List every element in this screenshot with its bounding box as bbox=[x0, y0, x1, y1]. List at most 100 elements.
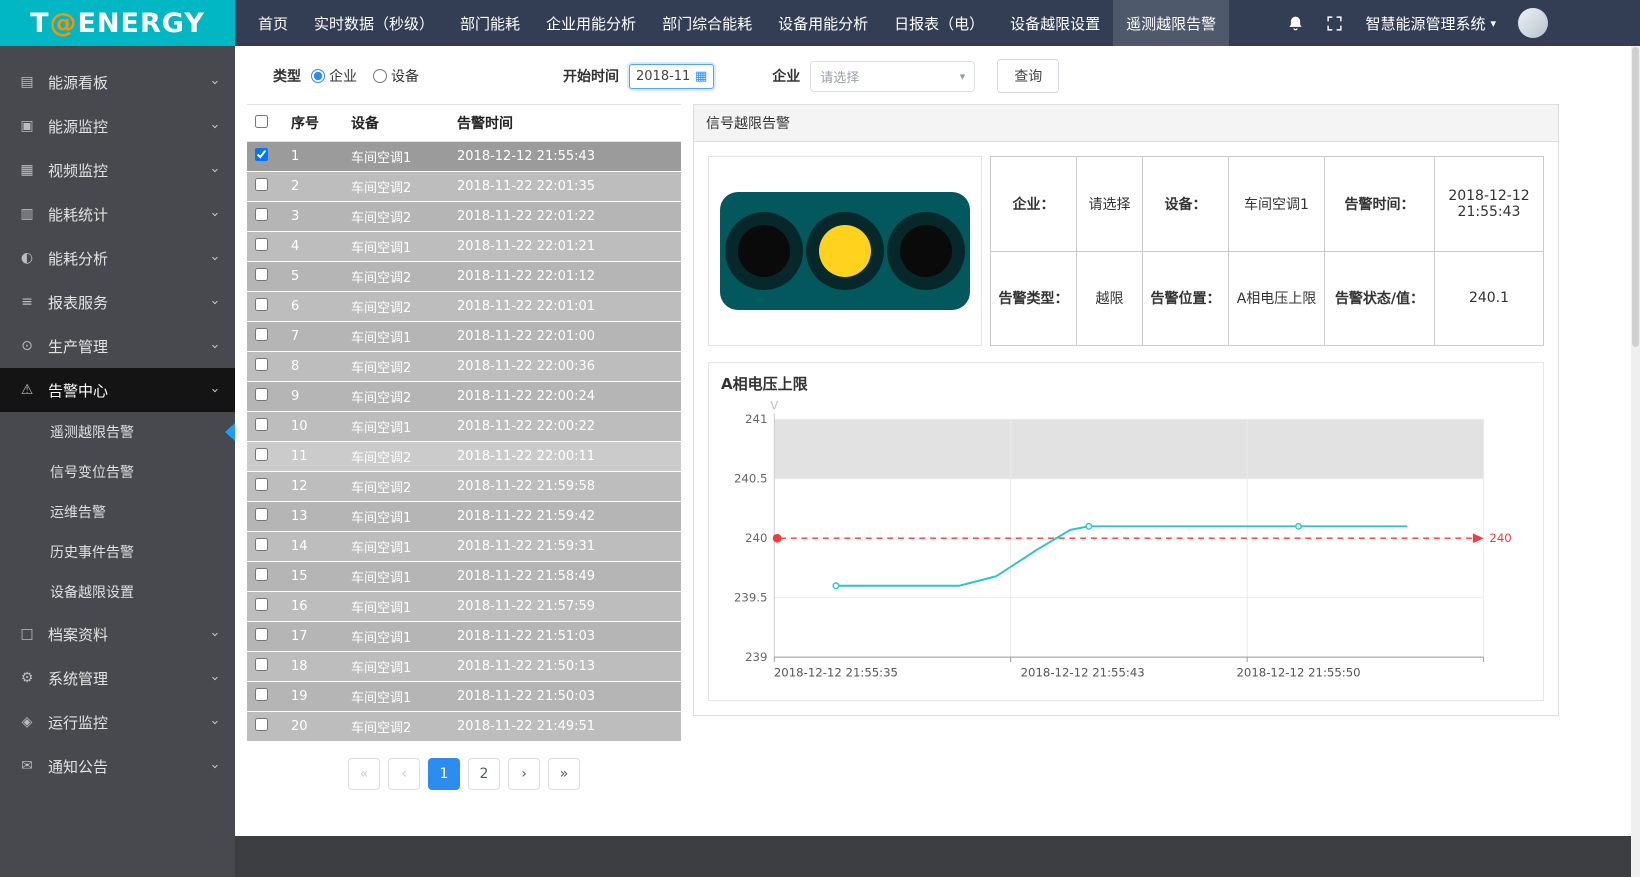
row-checkbox[interactable] bbox=[255, 238, 268, 251]
row-checkbox[interactable] bbox=[255, 388, 268, 401]
report-icon: ≡ bbox=[18, 294, 36, 310]
page-nav-button[interactable]: › bbox=[508, 758, 540, 790]
page-nav-button[interactable]: « bbox=[348, 758, 380, 790]
table-row[interactable]: 8车间空调22018-11-22 22:00:36 bbox=[247, 352, 681, 382]
query-button[interactable]: 查询 bbox=[997, 59, 1059, 93]
sidebar-subitem[interactable]: 遥测越限告警 bbox=[0, 412, 235, 452]
system-name-dropdown[interactable]: 智慧能源管理系统▾ bbox=[1365, 13, 1496, 34]
table-row[interactable]: 5车间空调22018-11-22 22:01:12 bbox=[247, 262, 681, 292]
user-avatar[interactable] bbox=[1518, 8, 1548, 38]
sidebar-item-report-service[interactable]: ≡报表服务› bbox=[0, 280, 235, 324]
row-checkbox[interactable] bbox=[255, 448, 268, 461]
sidebar-item-production[interactable]: ⊙生产管理› bbox=[0, 324, 235, 368]
nav-item[interactable]: 部门综合能耗 bbox=[649, 0, 765, 46]
table-row[interactable]: 14车间空调12018-11-22 21:59:31 bbox=[247, 532, 681, 562]
radio-company-input[interactable] bbox=[311, 69, 325, 83]
header-actions: 智慧能源管理系统▾ bbox=[1287, 0, 1640, 46]
table-row[interactable]: 17车间空调12018-11-22 21:51:03 bbox=[247, 622, 681, 652]
row-checkbox[interactable] bbox=[255, 658, 268, 671]
calendar-icon[interactable]: ▦ bbox=[695, 70, 707, 83]
table-row[interactable]: 10车间空调12018-11-22 22:00:22 bbox=[247, 412, 681, 442]
scrollbar-thumb[interactable] bbox=[1632, 47, 1639, 347]
row-checkbox[interactable] bbox=[255, 418, 268, 431]
row-checkbox[interactable] bbox=[255, 358, 268, 371]
sidebar-item-video-monitor[interactable]: ▦视频监控› bbox=[0, 148, 235, 192]
table-row[interactable]: 7车间空调12018-11-22 22:01:00 bbox=[247, 322, 681, 352]
sidebar-subitem[interactable]: 设备越限设置 bbox=[0, 572, 235, 612]
nav-item[interactable]: 企业用能分析 bbox=[533, 0, 649, 46]
traffic-light-right-lamp bbox=[900, 225, 952, 277]
row-checkbox[interactable] bbox=[255, 598, 268, 611]
sidebar-item-notice[interactable]: ✉通知公告› bbox=[0, 744, 235, 788]
table-row[interactable]: 13车间空调12018-11-22 21:59:42 bbox=[247, 502, 681, 532]
radio-company[interactable]: 企业 bbox=[311, 66, 357, 86]
date-input[interactable] bbox=[636, 69, 690, 84]
fullscreen-icon[interactable] bbox=[1326, 15, 1343, 32]
row-checkbox[interactable] bbox=[255, 328, 268, 341]
sidebar-item-energy-stats[interactable]: ▥能耗统计› bbox=[0, 192, 235, 236]
notification-bell-icon[interactable] bbox=[1287, 14, 1304, 32]
sidebar-item-system[interactable]: ⚙系统管理› bbox=[0, 656, 235, 700]
dashboard-icon: ▤ bbox=[18, 74, 36, 90]
voltage-chart: 241240.5240239.5239V2018-12-12 21:55:352… bbox=[715, 394, 1537, 698]
sidebar-item-energy-analysis[interactable]: ◐能耗分析› bbox=[0, 236, 235, 280]
row-checkbox[interactable] bbox=[255, 508, 268, 521]
table-row[interactable]: 11车间空调22018-11-22 22:00:11 bbox=[247, 442, 681, 472]
select-all-checkbox[interactable] bbox=[255, 115, 268, 128]
table-row[interactable]: 15车间空调12018-11-22 21:58:49 bbox=[247, 562, 681, 592]
table-row[interactable]: 4车间空调12018-11-22 22:01:21 bbox=[247, 232, 681, 262]
sidebar-subitem[interactable]: 历史事件告警 bbox=[0, 532, 235, 572]
col-header-no: 序号 bbox=[283, 105, 343, 142]
sidebar-item-operation-monitor[interactable]: ◈运行监控› bbox=[0, 700, 235, 744]
table-row[interactable]: 12车间空调22018-11-22 21:59:58 bbox=[247, 472, 681, 502]
table-row[interactable]: 16车间空调12018-11-22 21:57:59 bbox=[247, 592, 681, 622]
page-number-button[interactable]: 2 bbox=[468, 758, 500, 790]
chevron-down-icon: › bbox=[207, 631, 222, 636]
row-checkbox[interactable] bbox=[255, 628, 268, 641]
sidebar-item-energy-monitor[interactable]: ▣能源监控› bbox=[0, 104, 235, 148]
table-row[interactable]: 9车间空调22018-11-22 22:00:24 bbox=[247, 382, 681, 412]
row-checkbox[interactable] bbox=[255, 478, 268, 491]
sidebar-item-alarm-center[interactable]: ⚠告警中心› bbox=[0, 368, 235, 412]
table-row[interactable]: 1车间空调12018-12-12 21:55:43 bbox=[247, 142, 681, 172]
table-row[interactable]: 3车间空调22018-11-22 22:01:22 bbox=[247, 202, 681, 232]
table-row[interactable]: 6车间空调22018-11-22 22:01:01 bbox=[247, 292, 681, 322]
radio-device-input[interactable] bbox=[373, 69, 387, 83]
start-date-field[interactable]: ▦ bbox=[629, 64, 714, 89]
sidebar-subitem[interactable]: 信号变位告警 bbox=[0, 452, 235, 492]
page-nav-button[interactable]: » bbox=[548, 758, 580, 790]
nav-item[interactable]: 设备用能分析 bbox=[765, 0, 881, 46]
nav-item[interactable]: 部门能耗 bbox=[447, 0, 533, 46]
radio-device[interactable]: 设备 bbox=[373, 66, 419, 86]
table-cell: 17 bbox=[283, 622, 343, 652]
row-checkbox[interactable] bbox=[255, 718, 268, 731]
nav-item[interactable]: 设备越限设置 bbox=[997, 0, 1113, 46]
company-select[interactable]: 请选择 ▾ bbox=[810, 61, 975, 92]
table-row[interactable]: 19车间空调12018-11-22 21:50:03 bbox=[247, 682, 681, 712]
table-row[interactable]: 20车间空调22018-11-22 21:49:51 bbox=[247, 712, 681, 742]
table-cell: 车间空调1 bbox=[343, 412, 449, 442]
table-row[interactable]: 2车间空调22018-11-22 22:01:35 bbox=[247, 172, 681, 202]
nav-item[interactable]: 遥测越限告警 bbox=[1113, 0, 1229, 46]
row-checkbox[interactable] bbox=[255, 538, 268, 551]
row-checkbox[interactable] bbox=[255, 568, 268, 581]
row-checkbox[interactable] bbox=[255, 688, 268, 701]
row-checkbox[interactable] bbox=[255, 298, 268, 311]
nav-item[interactable]: 日报表（电） bbox=[881, 0, 997, 46]
row-checkbox[interactable] bbox=[255, 268, 268, 281]
sidebar-item-label: 通知公告 bbox=[48, 756, 200, 777]
page-nav-button[interactable]: ‹ bbox=[388, 758, 420, 790]
row-checkbox[interactable] bbox=[255, 148, 268, 161]
sidebar-item-dashboard[interactable]: ▤能源看板› bbox=[0, 60, 235, 104]
row-checkbox[interactable] bbox=[255, 178, 268, 191]
nav-item[interactable]: 首页 bbox=[245, 0, 301, 46]
traffic-light bbox=[720, 192, 970, 310]
app-logo: T@ENERGY bbox=[0, 0, 235, 46]
page-number-button[interactable]: 1 bbox=[428, 758, 460, 790]
sidebar-subitem[interactable]: 运维告警 bbox=[0, 492, 235, 532]
row-checkbox[interactable] bbox=[255, 208, 268, 221]
table-row[interactable]: 18车间空调12018-11-22 21:50:13 bbox=[247, 652, 681, 682]
nav-item[interactable]: 实时数据（秒级） bbox=[301, 0, 447, 46]
vertical-scrollbar[interactable] bbox=[1631, 46, 1640, 877]
sidebar-item-archives[interactable]: □档案资料› bbox=[0, 612, 235, 656]
